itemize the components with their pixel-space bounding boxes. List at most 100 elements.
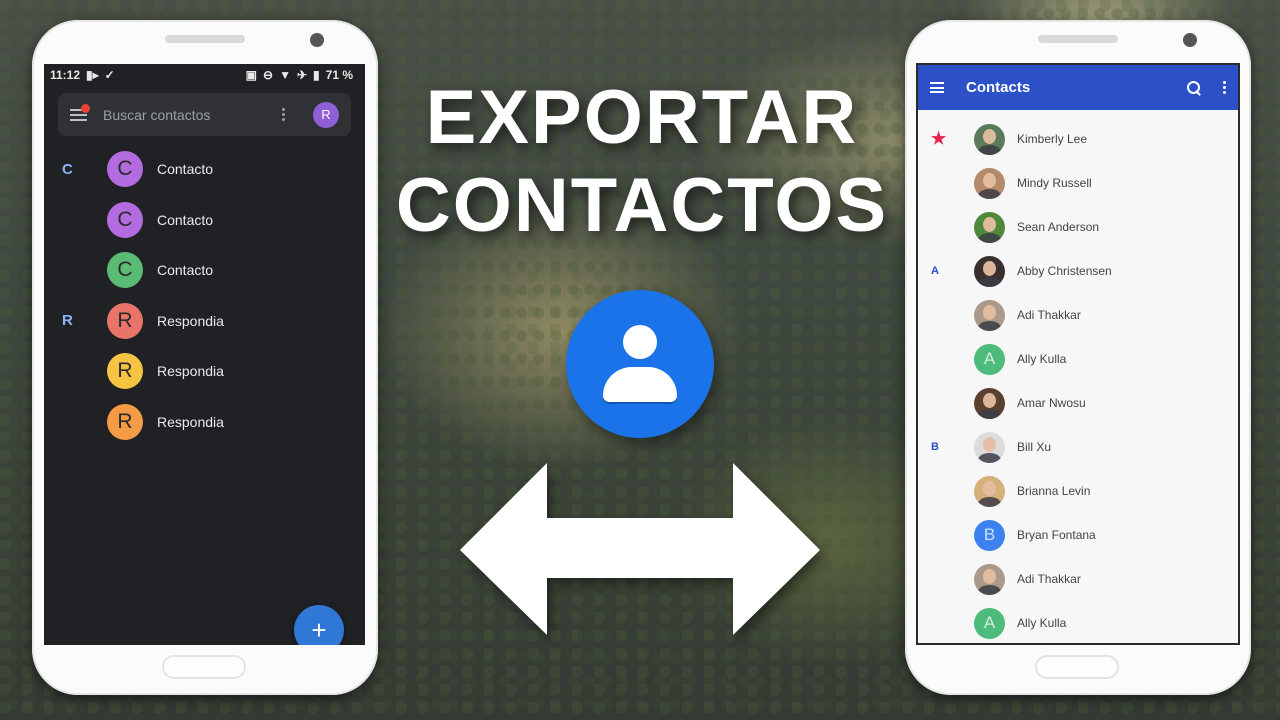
google-contacts-icon xyxy=(566,290,714,438)
contact-name: Bryan Fontana xyxy=(1017,528,1096,542)
contact-row[interactable]: ★ Kimberly Lee xyxy=(918,117,1238,161)
contact-name: Amar Nwosu xyxy=(1017,396,1086,410)
cast-icon: ▣ xyxy=(245,68,258,82)
more-options-icon[interactable] xyxy=(1223,81,1226,94)
do-not-disturb-icon: ⊖ xyxy=(263,68,274,82)
contact-avatar xyxy=(974,387,1005,419)
contact-name: Adi Thakkar xyxy=(1017,572,1081,586)
contact-name: Brianna Levin xyxy=(1017,484,1091,498)
left-phone: 11:12 ▮▸ ✓ ▣ ⊖ ▼ ✈ ▮ 71 % Buscar contact… xyxy=(32,20,378,695)
contact-row[interactable]: Mindy Russell xyxy=(918,161,1238,205)
contact-name: Contacto xyxy=(157,262,214,279)
contact-avatar: R xyxy=(107,353,143,390)
phone-speaker xyxy=(165,35,245,43)
search-bar[interactable]: Buscar contactos R xyxy=(58,93,351,136)
double-arrow-icon xyxy=(460,463,820,635)
contact-name: Sean Anderson xyxy=(1017,220,1100,234)
contact-row[interactable]: R R Respondia xyxy=(44,296,365,347)
contact-name: Contacto xyxy=(157,161,214,178)
wifi-icon: ▼ xyxy=(279,68,291,82)
contact-row[interactable]: C Contacto xyxy=(44,195,365,246)
contact-name: Ally Kulla xyxy=(1017,616,1067,630)
search-input[interactable]: Buscar contactos xyxy=(103,107,273,123)
contact-avatar xyxy=(974,123,1005,155)
account-avatar[interactable]: R xyxy=(313,101,339,128)
contact-name: Respondia xyxy=(157,363,224,380)
menu-icon[interactable] xyxy=(70,103,90,121)
more-options-icon[interactable] xyxy=(273,108,293,121)
contact-name: Kimberly Lee xyxy=(1017,132,1088,146)
app-bar-title: Contacts xyxy=(966,79,1031,96)
contact-avatar xyxy=(974,167,1005,199)
contact-row[interactable]: Amar Nwosu xyxy=(918,381,1238,425)
person-body xyxy=(603,367,677,402)
contact-avatar: A xyxy=(974,343,1005,375)
contact-avatar xyxy=(974,255,1005,287)
contact-name: Contacto xyxy=(157,211,214,228)
contact-row[interactable]: C C Contacto xyxy=(44,144,365,195)
right-phone: Contacts ★ Kimberly Lee Mindy Russell Sean … xyxy=(905,20,1251,695)
contact-name: Respondia xyxy=(157,413,224,430)
contact-avatar: A xyxy=(974,607,1005,639)
contact-name: Abby Christensen xyxy=(1017,264,1112,278)
contact-list: C C Contacto C Contacto C Contacto R R Respondia R… xyxy=(44,144,365,447)
favorite-star-icon: ★ xyxy=(931,129,947,148)
notification-dot xyxy=(81,103,90,113)
section-letter: C xyxy=(62,160,73,178)
video-camera-icon: ▮▸ xyxy=(86,68,99,82)
contact-avatar: R xyxy=(107,302,143,339)
search-icon[interactable] xyxy=(1185,79,1203,97)
contact-name: Adi Thakkar xyxy=(1017,308,1081,322)
contact-row[interactable]: Sean Anderson xyxy=(918,205,1238,249)
check-icon: ✓ xyxy=(104,68,115,82)
section-letter: A xyxy=(931,265,939,277)
contact-row[interactable]: C Contacto xyxy=(44,245,365,296)
contact-avatar xyxy=(974,563,1005,595)
contact-list: ★ Kimberly Lee Mindy Russell Sean Anderson A… xyxy=(918,110,1238,643)
status-time: 11:12 xyxy=(50,68,81,82)
contact-avatar xyxy=(974,431,1005,463)
contact-avatar: C xyxy=(107,151,143,188)
contact-avatar xyxy=(974,475,1005,507)
contact-name: Respondia xyxy=(157,312,224,329)
contact-row[interactable]: A Abby Christensen xyxy=(918,249,1238,293)
phone-speaker xyxy=(1038,35,1118,43)
contact-row[interactable]: R Respondia xyxy=(44,397,365,448)
contact-row[interactable]: B Bill Xu xyxy=(918,425,1238,469)
contact-avatar xyxy=(974,211,1005,243)
home-button[interactable] xyxy=(1035,655,1119,679)
dark-contacts-screen: 11:12 ▮▸ ✓ ▣ ⊖ ▼ ✈ ▮ 71 % Buscar contact… xyxy=(44,64,365,645)
status-bar: 11:12 ▮▸ ✓ ▣ ⊖ ▼ ✈ ▮ 71 % xyxy=(44,64,365,86)
contact-row[interactable]: A Ally Kulla xyxy=(918,601,1238,643)
contact-avatar xyxy=(974,299,1005,331)
menu-icon[interactable] xyxy=(930,82,944,93)
front-camera xyxy=(1183,33,1197,47)
contact-avatar: R xyxy=(107,403,143,440)
contact-row[interactable]: A Ally Kulla xyxy=(918,337,1238,381)
person-head xyxy=(623,325,657,359)
airplane-icon: ✈ xyxy=(296,68,308,82)
home-button[interactable] xyxy=(162,655,246,679)
contact-name: Bill Xu xyxy=(1017,440,1052,454)
contact-row[interactable]: Adi Thakkar xyxy=(918,293,1238,337)
contact-row[interactable]: Adi Thakkar xyxy=(918,557,1238,601)
section-letter: R xyxy=(62,312,73,330)
contact-row[interactable]: R Respondia xyxy=(44,346,365,397)
app-bar: Contacts xyxy=(918,65,1238,110)
light-contacts-screen: Contacts ★ Kimberly Lee Mindy Russell Sean … xyxy=(916,63,1240,645)
headline-line-2: CONTACTOS xyxy=(395,163,889,248)
contact-name: Ally Kulla xyxy=(1017,352,1067,366)
add-contact-button[interactable]: + xyxy=(294,605,344,645)
front-camera xyxy=(310,33,324,47)
battery-icon: ▮ xyxy=(313,68,320,82)
battery-percent: 71 % xyxy=(325,68,353,82)
contact-row[interactable]: Brianna Levin xyxy=(918,469,1238,513)
contact-avatar: C xyxy=(107,252,143,289)
headline-line-1: EXPORTAR xyxy=(425,75,859,160)
contact-avatar: C xyxy=(107,201,143,238)
contact-avatar: B xyxy=(974,519,1005,551)
contact-row[interactable]: B Bryan Fontana xyxy=(918,513,1238,557)
contact-name: Mindy Russell xyxy=(1017,176,1092,190)
section-letter: B xyxy=(931,441,939,453)
double-arrow-shape xyxy=(460,463,820,635)
